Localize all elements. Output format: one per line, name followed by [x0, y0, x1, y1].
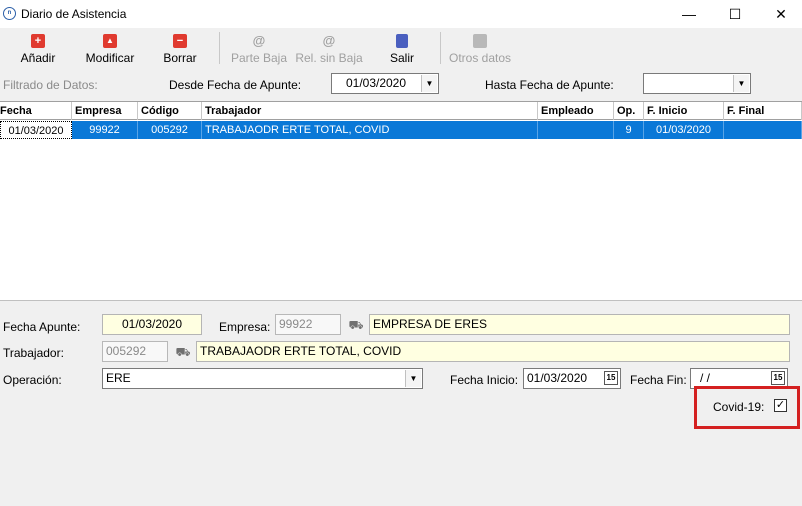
column-header-op[interactable]: Op.: [614, 102, 644, 120]
parte-baja-label: Parte Baja: [230, 51, 288, 65]
empresa-name-field[interactable]: EMPRESA DE ERES: [369, 314, 790, 335]
covid-label: Covid-19:: [713, 400, 765, 414]
empresa-code-field[interactable]: 99922: [275, 314, 341, 335]
chevron-down-icon[interactable]: ▼: [421, 75, 437, 92]
cell-f-inicio[interactable]: 01/03/2020: [644, 121, 724, 139]
grid-header: Fecha Empresa Código Trabajador Empleado…: [0, 102, 802, 120]
column-header-f-final[interactable]: F. Final: [724, 102, 802, 120]
detail-form: Fecha Apunte: 01/03/2020 Empresa: 99922 …: [0, 302, 802, 506]
column-header-empresa[interactable]: Empresa: [72, 102, 138, 120]
fecha-inicio-label: Fecha Inicio:: [450, 373, 519, 387]
add-icon: +: [31, 34, 45, 48]
attendance-grid[interactable]: Fecha Empresa Código Trabajador Empleado…: [0, 101, 802, 301]
cell-empleado[interactable]: [538, 121, 614, 139]
operacion-label: Operación:: [3, 373, 62, 387]
to-date-combo[interactable]: ▼: [643, 73, 751, 94]
delete-button-label: Borrar: [163, 51, 197, 65]
at-icon: @: [322, 33, 336, 48]
app-icon: n: [3, 7, 16, 20]
operacion-select[interactable]: ERE ▼: [102, 368, 423, 389]
fecha-fin-label: Fecha Fin:: [630, 373, 687, 387]
other-data-button[interactable]: Otros datos: [446, 32, 514, 68]
column-header-f-inicio[interactable]: F. Inicio: [644, 102, 724, 120]
toolbar-separator: [440, 32, 441, 64]
to-date-label: Hasta Fecha de Apunte:: [485, 78, 614, 92]
parte-baja-button[interactable]: @ Parte Baja: [228, 32, 290, 68]
operacion-value: ERE: [106, 371, 131, 385]
stack-icon: [473, 34, 487, 48]
cell-fecha[interactable]: 01/03/2020: [0, 121, 72, 139]
from-date-combo[interactable]: 01/03/2020 ▼: [331, 73, 439, 94]
fecha-inicio-field[interactable]: 01/03/2020 15: [523, 368, 621, 389]
fecha-apunte-label: Fecha Apunte:: [3, 320, 81, 334]
maximize-button[interactable]: ☐: [712, 0, 758, 28]
binoculars-icon[interactable]: ⛟: [348, 318, 364, 332]
delete-icon: −: [173, 34, 187, 48]
cell-codigo[interactable]: 005292: [138, 121, 202, 139]
toolbar: + Añadir ▲ Modificar − Borrar @ Parte Ba…: [0, 28, 802, 70]
cell-op[interactable]: 9: [614, 121, 644, 139]
fecha-inicio-value: 01/03/2020: [527, 371, 588, 385]
calendar-icon[interactable]: 15: [771, 371, 785, 385]
door-icon: [396, 34, 408, 48]
from-date-label: Desde Fecha de Apunte:: [169, 78, 302, 92]
fecha-fin-value: / /: [700, 371, 711, 385]
add-button-label: Añadir: [20, 51, 56, 65]
trabajador-name-field[interactable]: TRABAJAODR ERTE TOTAL, COVID: [196, 341, 790, 362]
column-header-fecha[interactable]: Fecha: [0, 102, 72, 120]
chevron-down-icon[interactable]: ▼: [733, 75, 749, 92]
fecha-apunte-field[interactable]: 01/03/2020: [102, 314, 202, 335]
empresa-label: Empresa:: [219, 320, 271, 334]
rel-sin-baja-label: Rel. sin Baja: [295, 51, 363, 65]
table-row[interactable]: 01/03/2020 99922 005292 TRABAJAODR ERTE …: [0, 121, 802, 139]
calendar-icon[interactable]: 15: [604, 371, 618, 385]
rel-sin-baja-button[interactable]: @ Rel. sin Baja: [294, 32, 364, 68]
modify-icon: ▲: [103, 34, 117, 48]
cell-f-final[interactable]: [724, 121, 802, 139]
from-date-value: 01/03/2020: [345, 76, 407, 90]
chevron-down-icon[interactable]: ▼: [405, 370, 421, 387]
title-bar: n Diario de Asistencia — ☐ ✕: [0, 0, 802, 28]
other-data-label: Otros datos: [448, 51, 512, 65]
window-title: Diario de Asistencia: [21, 7, 127, 21]
close-button[interactable]: ✕: [758, 0, 802, 28]
cell-empresa[interactable]: 99922: [72, 121, 138, 139]
covid-checkbox[interactable]: ✓: [774, 399, 787, 412]
filter-bar: Filtrado de Datos: Desde Fecha de Apunte…: [0, 70, 802, 100]
column-header-codigo[interactable]: Código: [138, 102, 202, 120]
column-header-empleado[interactable]: Empleado: [538, 102, 614, 120]
trabajador-code-field[interactable]: 005292: [102, 341, 168, 362]
exit-button-label: Salir: [389, 51, 414, 65]
cell-trabajador[interactable]: TRABAJAODR ERTE TOTAL, COVID: [202, 121, 538, 139]
add-button[interactable]: + Añadir: [14, 32, 62, 68]
column-header-trabajador[interactable]: Trabajador: [202, 102, 538, 120]
minimize-button[interactable]: —: [666, 0, 712, 28]
modify-button[interactable]: ▲ Modificar: [82, 32, 138, 68]
trabajador-label: Trabajador:: [3, 346, 64, 360]
delete-button[interactable]: − Borrar: [158, 32, 202, 68]
filter-label: Filtrado de Datos:: [3, 78, 98, 92]
at-icon: @: [252, 33, 266, 48]
exit-button[interactable]: Salir: [386, 32, 418, 68]
binoculars-icon[interactable]: ⛟: [175, 345, 191, 359]
toolbar-separator: [219, 32, 220, 64]
modify-button-label: Modificar: [85, 51, 135, 65]
